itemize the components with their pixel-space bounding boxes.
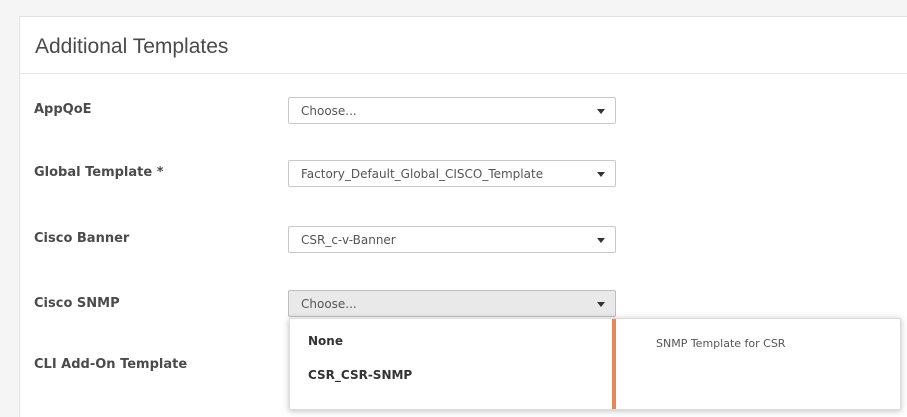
cisco-banner-label: Cisco Banner: [34, 231, 130, 246]
cisco-banner-select[interactable]: CSR_c-v-Banner: [288, 226, 616, 253]
caret-down-icon: [597, 302, 605, 307]
caret-down-icon: [597, 172, 605, 177]
dropdown-options-list: None CSR_CSR-SNMP: [290, 319, 612, 409]
dropdown-option-csr-csr-snmp[interactable]: CSR_CSR-SNMP: [308, 368, 412, 382]
global-template-select-value: Factory_Default_Global_CISCO_Template: [301, 167, 544, 181]
dropdown-option-description: SNMP Template for CSR: [656, 337, 786, 350]
dropdown-accent-bar: [612, 319, 616, 409]
cisco-snmp-select[interactable]: Choose...: [288, 290, 616, 317]
caret-down-icon: [597, 238, 605, 243]
dropdown-option-none[interactable]: None: [308, 334, 343, 348]
panel-title: Additional Templates: [35, 35, 229, 58]
global-template-label: Global Template *: [34, 165, 164, 180]
global-template-select[interactable]: Factory_Default_Global_CISCO_Template: [288, 160, 616, 187]
appqoe-select[interactable]: Choose...: [288, 97, 616, 124]
cisco-snmp-dropdown: None CSR_CSR-SNMP SNMP Template for CSR: [289, 318, 901, 410]
title-divider: [20, 73, 907, 74]
cli-add-on-template-label: CLI Add-On Template: [34, 357, 188, 372]
appqoe-select-value: Choose...: [301, 104, 357, 118]
appqoe-label: AppQoE: [34, 102, 92, 117]
cisco-snmp-label: Cisco SNMP: [34, 296, 120, 311]
cisco-snmp-select-value: Choose...: [301, 297, 357, 311]
cisco-banner-select-value: CSR_c-v-Banner: [301, 233, 396, 247]
caret-down-icon: [597, 109, 605, 114]
